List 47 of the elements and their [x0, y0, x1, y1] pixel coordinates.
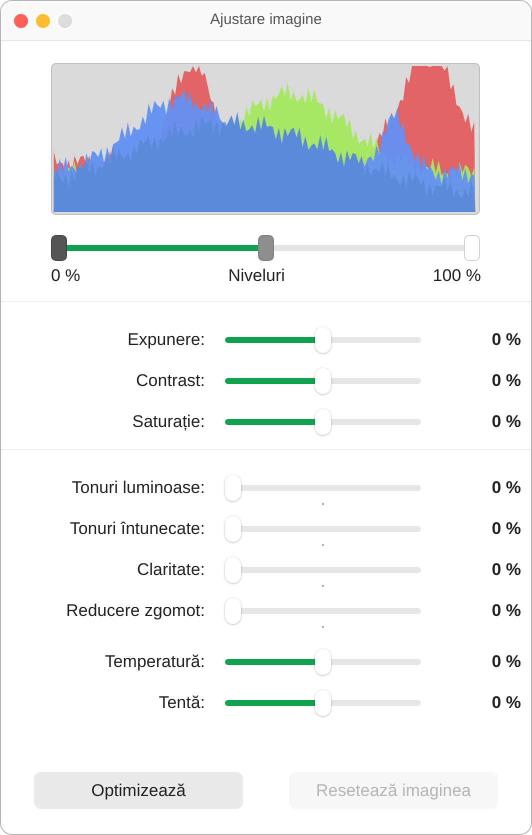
slider-thumb[interactable]: [315, 409, 331, 435]
slider[interactable]: [225, 368, 421, 394]
slider[interactable]: [225, 649, 421, 675]
value-label: 0 %: [490, 518, 521, 540]
center-tick: [322, 585, 324, 587]
slider-thumb[interactable]: [315, 690, 331, 716]
max-label: 100 %: [432, 265, 481, 287]
optimize-button[interactable]: Optimizează: [34, 772, 243, 809]
slider-label: Tonuri luminoase:: [70, 477, 205, 500]
center-tick: [322, 503, 324, 505]
slider-thumb[interactable]: [225, 557, 241, 583]
slider-label: Contrast:: [135, 370, 205, 392]
value-label: 0 %: [490, 411, 521, 434]
value-label: 0 %: [490, 477, 521, 500]
levels-label: Niveluri: [228, 265, 285, 287]
value-label: 0 %: [490, 329, 521, 352]
slider-label: Tonuri întunecate:: [68, 518, 205, 540]
zoom-button[interactable]: [58, 14, 72, 28]
value-label: 0 %: [490, 559, 521, 582]
slider[interactable]: [225, 327, 421, 353]
slider-thumb[interactable]: [315, 649, 331, 675]
slider-thumb[interactable]: [225, 598, 241, 624]
slider-thumb[interactable]: [258, 235, 274, 261]
value-label: 0 %: [490, 692, 521, 714]
window-title: Ajustare imagine: [210, 10, 322, 30]
value-label: 0 %: [490, 651, 521, 674]
value-label: 0 %: [490, 600, 521, 622]
center-tick: [322, 626, 324, 628]
slider[interactable]: [225, 690, 421, 716]
slider-label: Expunere:: [126, 329, 205, 352]
slider-label: Reducere zgomot:: [65, 600, 205, 622]
slider-thumb[interactable]: [225, 475, 241, 501]
value-label: 0 %: [490, 370, 521, 392]
slider-thumb[interactable]: [315, 368, 331, 394]
slider-label: Claritate:: [136, 559, 205, 582]
close-button[interactable]: [14, 14, 28, 28]
slider[interactable]: [225, 409, 421, 435]
min-label: 0 %: [51, 265, 80, 287]
slider-thumb[interactable]: [315, 327, 331, 353]
center-tick: [322, 544, 324, 546]
levels-slider[interactable]: [51, 235, 480, 261]
slider-label: Saturație:: [131, 411, 205, 434]
slider-label: Tentă:: [158, 692, 205, 714]
minimize-button[interactable]: [36, 14, 50, 28]
slider-thumb[interactable]: [225, 516, 241, 542]
slider-thumb[interactable]: [51, 235, 67, 261]
slider-label: Temperatură:: [104, 651, 205, 674]
